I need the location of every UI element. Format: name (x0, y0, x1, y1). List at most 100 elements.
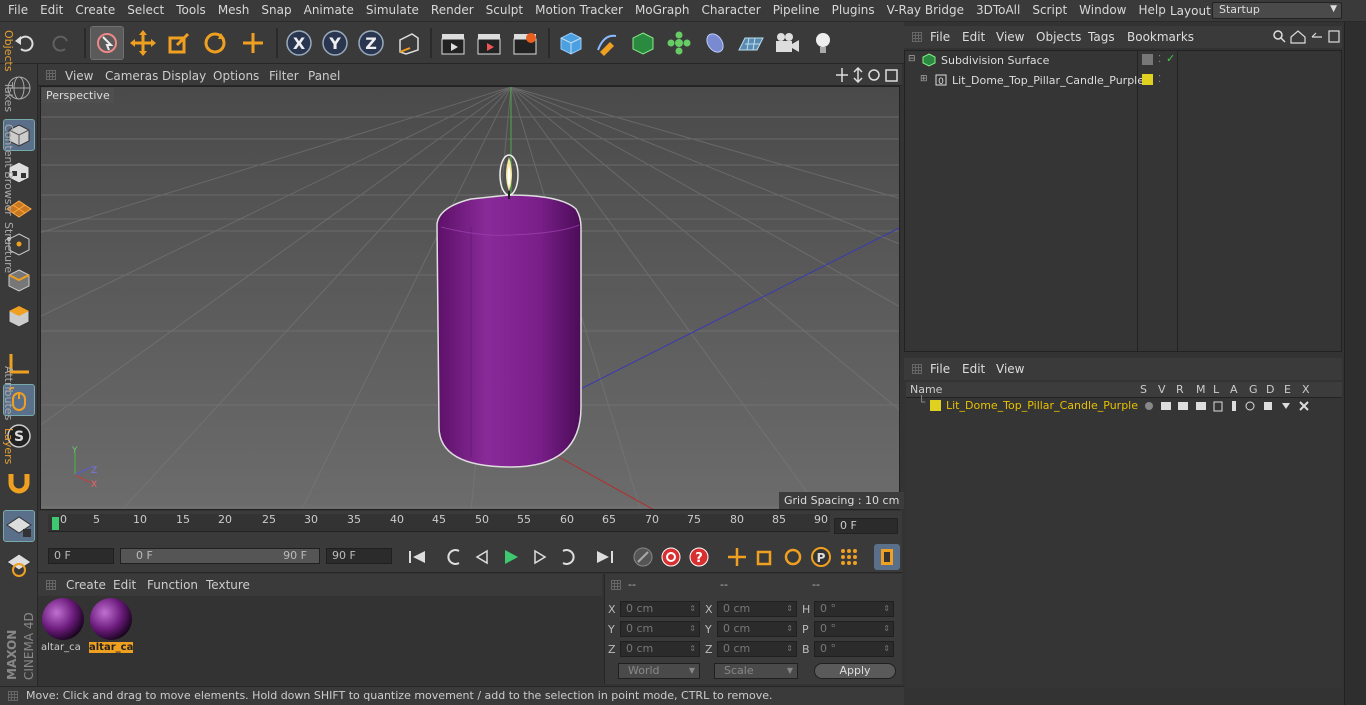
viewport-menu-display[interactable]: Display (162, 69, 206, 83)
layer-column-l[interactable]: L (1213, 383, 1219, 396)
subdivision-button[interactable] (626, 26, 660, 60)
previous-frame-button[interactable] (470, 544, 496, 570)
coord-field[interactable]: 0 cm ⇕ (620, 641, 700, 657)
menu-item-window[interactable]: Window (1073, 0, 1132, 22)
material-menu-edit[interactable]: Edit (113, 578, 136, 592)
tab-content-browser[interactable]: Content Browser (2, 124, 15, 216)
z-axis-button[interactable]: Z (354, 26, 388, 60)
key-scale-button[interactable] (752, 544, 778, 570)
layer-column-a[interactable]: A (1230, 383, 1238, 396)
end-frame-field[interactable]: 90 F (326, 548, 392, 564)
viewport-menu-options[interactable]: Options (213, 69, 259, 83)
tab-structure[interactable]: Structure (2, 222, 15, 273)
floor-environment-button[interactable] (734, 26, 768, 60)
layer-color-swatch[interactable] (1142, 74, 1153, 85)
tab-layers[interactable]: Layers (2, 428, 15, 464)
layer-column-r[interactable]: R (1176, 383, 1184, 396)
layer-row[interactable]: └ Lit_Dome_Top_Pillar_Candle_Purple (918, 395, 1338, 414)
layout-select[interactable]: Startup ▼ (1212, 2, 1342, 19)
layer-column-d[interactable]: D (1266, 383, 1274, 396)
expand-icon[interactable]: ⊞ (920, 74, 928, 84)
coord-field[interactable]: 0 cm ⇕ (620, 621, 700, 637)
layer-column-m[interactable]: M (1196, 383, 1206, 396)
move-tool-button[interactable] (126, 26, 160, 60)
layer-flag-icon[interactable] (1142, 54, 1153, 65)
menu-item-v-ray-bridge[interactable]: V-Ray Bridge (881, 0, 970, 22)
apply-button[interactable]: Apply (814, 663, 896, 679)
stepper-icon[interactable]: ⇕ (786, 602, 793, 616)
live-selection-button[interactable] (90, 26, 124, 60)
object-menu-tags[interactable]: Tags (1088, 30, 1115, 44)
menu-item-simulate[interactable]: Simulate (360, 0, 425, 22)
key-position-button[interactable] (724, 544, 750, 570)
scale-dropdown[interactable]: Scale ▼ (714, 663, 798, 679)
workplane-lock-button[interactable] (3, 510, 35, 542)
menu-item-motion-tracker[interactable]: Motion Tracker (529, 0, 629, 22)
check-icon[interactable]: ✓ (1166, 52, 1175, 65)
render-settings-button[interactable] (508, 26, 542, 60)
coordinate-system-button[interactable] (392, 26, 426, 60)
layer-column-name[interactable]: Name (910, 383, 942, 396)
cube-object-button[interactable] (554, 26, 588, 60)
menu-item-snap[interactable]: Snap (255, 0, 297, 22)
tab-takes[interactable]: Takes (2, 82, 15, 112)
layer-column-g[interactable]: G (1249, 383, 1258, 396)
transform-tool-button[interactable] (236, 26, 270, 60)
coord-field[interactable]: 0 cm ⇕ (717, 601, 797, 617)
playhead[interactable] (52, 517, 59, 530)
next-key-button[interactable] (554, 544, 580, 570)
key-pla-button[interactable] (836, 544, 862, 570)
object-menu-edit[interactable]: Edit (962, 30, 985, 44)
menu-item-render[interactable]: Render (425, 0, 480, 22)
mograph-cloner-button[interactable] (662, 26, 696, 60)
zoom-view-icon[interactable] (853, 66, 863, 84)
go-to-start-button[interactable] (404, 544, 430, 570)
menu-item-plugins[interactable]: Plugins (826, 0, 881, 22)
deformer-button[interactable] (698, 26, 732, 60)
timeline-window-button[interactable] (874, 544, 900, 570)
layer-menu-edit[interactable]: Edit (962, 362, 985, 376)
layer-column-x[interactable]: X (1302, 383, 1310, 396)
menu-item-mesh[interactable]: Mesh (212, 0, 256, 22)
coord-field[interactable]: 0 ° ⇕ (814, 621, 894, 637)
camera-object-button[interactable] (770, 26, 804, 60)
menu-item-script[interactable]: Script (1026, 0, 1073, 22)
new-window-icon[interactable] (1328, 30, 1340, 43)
layer-flags[interactable] (1144, 399, 1314, 413)
snap-toggle-button[interactable] (3, 466, 35, 498)
stepper-icon[interactable]: ⇕ (786, 642, 793, 656)
menu-item-animate[interactable]: Animate (298, 0, 360, 22)
object-menu-objects[interactable]: Objects (1036, 30, 1081, 44)
expand-icon[interactable]: ⊟ (908, 54, 916, 64)
start-frame-field[interactable]: 0 F (48, 548, 114, 564)
rotate-view-icon[interactable] (868, 69, 880, 81)
object-menu-bookmarks[interactable]: Bookmarks (1127, 30, 1194, 44)
material-swatch-selected[interactable]: altar_ca (89, 598, 133, 656)
move-view-icon[interactable] (836, 68, 848, 82)
layer-column-v[interactable]: V (1158, 383, 1166, 396)
menu-item-select[interactable]: Select (121, 0, 170, 22)
coord-field[interactable]: 0 ° ⇕ (814, 601, 894, 617)
render-to-picture-viewer-button[interactable] (472, 26, 506, 60)
maximize-view-icon[interactable] (885, 69, 898, 82)
viewport-scene[interactable]: Y Z X (41, 87, 900, 510)
world-dropdown[interactable]: World ▼ (618, 663, 700, 679)
layer-menu-view[interactable]: View (996, 362, 1024, 376)
frame-range-slider[interactable]: 0 F 90 F (120, 548, 320, 564)
go-to-end-button[interactable] (592, 544, 618, 570)
menu-item-help[interactable]: Help (1132, 0, 1171, 22)
render-view-button[interactable] (436, 26, 470, 60)
current-frame-field[interactable]: 0 F (834, 518, 898, 534)
y-axis-button[interactable]: Y (318, 26, 352, 60)
autokey-button[interactable] (658, 544, 684, 570)
layer-menu-file[interactable]: File (930, 362, 950, 376)
viewport-menu-panel[interactable]: Panel (308, 69, 340, 83)
viewport-menu-view[interactable]: View (65, 69, 93, 83)
arrow-left-icon[interactable] (1311, 32, 1322, 38)
stepper-icon[interactable]: ⇕ (883, 602, 890, 616)
coord-field[interactable]: 0 cm ⇕ (620, 601, 700, 617)
menu-item-sculpt[interactable]: Sculpt (480, 0, 529, 22)
tab-attributes[interactable]: Attributes (2, 366, 15, 420)
viewport-menu-cameras[interactable]: Cameras (105, 69, 158, 83)
material-menu-texture[interactable]: Texture (206, 578, 250, 592)
